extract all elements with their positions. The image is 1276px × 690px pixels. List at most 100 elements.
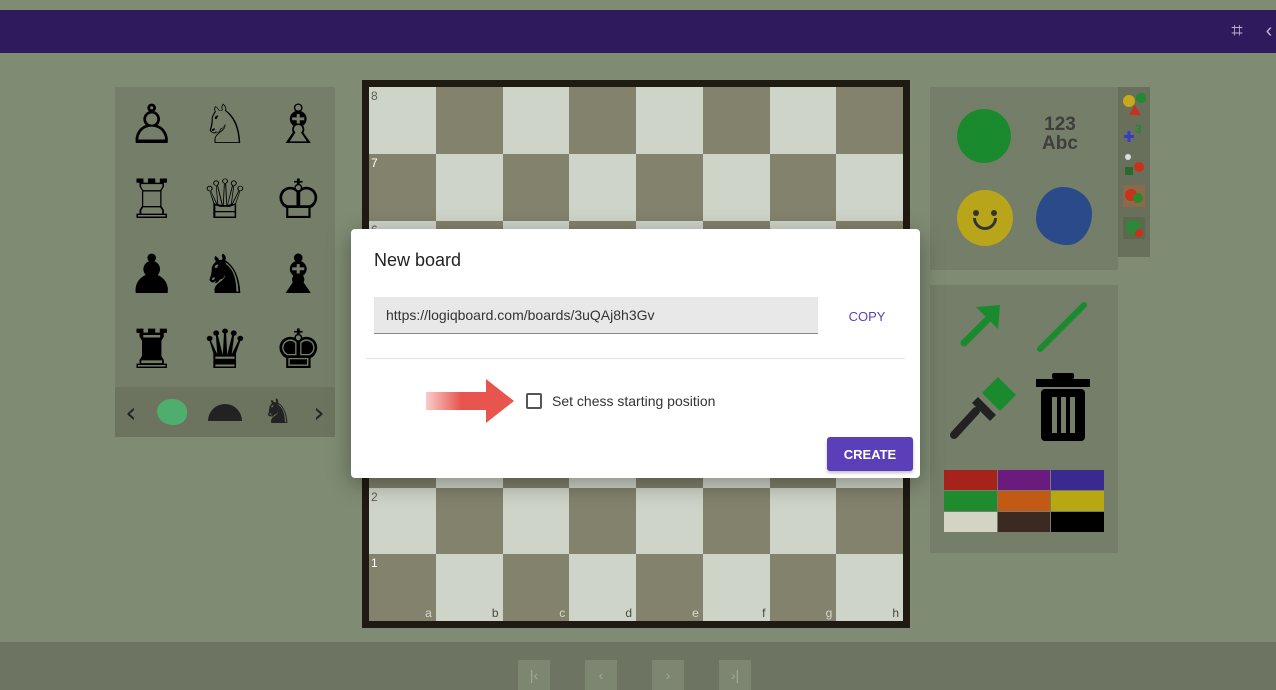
color-swatch[interactable]: [997, 491, 1051, 511]
black-king-icon[interactable]: ♚: [262, 312, 335, 387]
arrow-tool-icon[interactable]: [956, 299, 1006, 349]
board-square[interactable]: [836, 487, 903, 555]
board-square[interactable]: [502, 487, 570, 555]
file-label: c: [559, 606, 566, 620]
file-label: e: [692, 606, 699, 620]
board-square[interactable]: c: [502, 554, 570, 621]
smiley-tool-icon[interactable]: [957, 190, 1013, 246]
board-square[interactable]: f: [702, 554, 770, 621]
board-icon[interactable]: ⌗: [1226, 20, 1248, 42]
rank-label: 1: [371, 556, 378, 571]
numbers-sticker-icon[interactable]: 3: [1121, 121, 1147, 147]
board-square[interactable]: [702, 153, 770, 221]
next-set-button[interactable]: ›: [313, 396, 324, 429]
board-square[interactable]: [502, 153, 570, 221]
board-square[interactable]: [569, 487, 636, 555]
board-square[interactable]: e: [636, 554, 703, 621]
text-tool-letters: Abc: [1042, 133, 1078, 154]
board-square[interactable]: [502, 87, 570, 154]
trash-icon[interactable]: [1032, 371, 1094, 443]
board-square[interactable]: [435, 487, 503, 555]
file-label: d: [625, 606, 632, 620]
board-square[interactable]: g: [769, 554, 837, 621]
color-swatch[interactable]: [1051, 512, 1104, 532]
color-swatch[interactable]: [944, 470, 997, 490]
misc-sticker-icon[interactable]: [1121, 151, 1147, 177]
dialog-title: New board: [374, 250, 462, 270]
file-label: h: [892, 606, 899, 620]
last-move-button[interactable]: ›|: [719, 660, 751, 690]
dome-icon[interactable]: [207, 403, 242, 421]
board-square[interactable]: 8: [369, 87, 436, 154]
board-square[interactable]: [702, 87, 770, 154]
black-bishop-icon[interactable]: ♝: [262, 237, 335, 312]
white-knight-icon[interactable]: ♘: [188, 87, 261, 162]
black-knight-icon[interactable]: ♞: [188, 237, 261, 312]
white-pawn-icon[interactable]: ♙: [115, 87, 188, 162]
paint-brush-icon[interactable]: [948, 371, 1020, 443]
white-king-icon[interactable]: ♔: [262, 162, 335, 237]
circle-tool-icon[interactable]: [957, 109, 1011, 163]
black-rook-icon[interactable]: ♜: [115, 312, 188, 387]
sticker-strip: 3: [1118, 87, 1150, 257]
board-square[interactable]: [702, 487, 770, 555]
board-square[interactable]: [769, 87, 837, 154]
white-queen-icon[interactable]: ♕: [188, 162, 261, 237]
shape-tools-panel: 123 Abc: [930, 87, 1118, 270]
color-swatch[interactable]: [997, 470, 1051, 490]
shapes-sticker-icon[interactable]: [1121, 91, 1147, 117]
palette-icon[interactable]: [157, 399, 188, 425]
board-square[interactable]: [569, 153, 636, 221]
color-swatch[interactable]: [997, 512, 1051, 532]
nature-sticker-icon[interactable]: [1121, 215, 1147, 241]
board-square[interactable]: 2: [369, 487, 436, 555]
board-square[interactable]: [836, 153, 903, 221]
color-swatches: [944, 470, 1104, 532]
board-square[interactable]: [836, 87, 903, 154]
pointer-arrow-icon: [426, 379, 514, 423]
board-square[interactable]: 7: [369, 153, 436, 221]
top-app-bar: ⌗ ‹: [0, 10, 1276, 53]
piece-palette: ♙ ♘ ♗ ♖ ♕ ♔ ♟ ♞ ♝ ♜ ♛ ♚ ‹ ♞ ›: [115, 87, 335, 437]
file-label: a: [425, 606, 432, 620]
board-square[interactable]: [636, 153, 703, 221]
next-move-button[interactable]: ›: [652, 660, 684, 690]
board-square[interactable]: [569, 87, 636, 154]
black-queen-icon[interactable]: ♛: [188, 312, 261, 387]
board-square[interactable]: [435, 87, 503, 154]
board-square[interactable]: [636, 87, 703, 154]
color-swatch[interactable]: [1051, 491, 1104, 511]
move-navigation-bar: |‹ ‹ › ›|: [0, 642, 1276, 690]
blob-tool-icon[interactable]: [1036, 187, 1092, 245]
board-square[interactable]: [769, 487, 837, 555]
prev-set-button[interactable]: ‹: [125, 396, 136, 429]
rank-label: 2: [371, 489, 378, 504]
overflow-icon[interactable]: ‹: [1262, 20, 1276, 42]
knight-set-icon[interactable]: ♞: [262, 392, 292, 432]
board-square[interactable]: b: [435, 554, 503, 621]
black-pawn-icon[interactable]: ♟: [115, 237, 188, 312]
animal-sticker-icon[interactable]: [1121, 183, 1147, 209]
text-tool[interactable]: 123 Abc: [1030, 115, 1090, 153]
board-square[interactable]: [636, 487, 703, 555]
color-swatch[interactable]: [944, 491, 997, 511]
color-swatch[interactable]: [944, 512, 997, 532]
line-tool-icon[interactable]: [1034, 299, 1090, 355]
board-square[interactable]: h: [836, 554, 903, 621]
starting-position-label[interactable]: Set chess starting position: [552, 393, 715, 409]
board-square[interactable]: [769, 153, 837, 221]
board-square[interactable]: [435, 153, 503, 221]
board-square[interactable]: 1a: [369, 554, 436, 621]
create-button[interactable]: CREATE: [827, 437, 913, 471]
white-rook-icon[interactable]: ♖: [115, 162, 188, 237]
copy-button[interactable]: COPY: [835, 301, 899, 331]
starting-position-checkbox[interactable]: [526, 393, 542, 409]
white-bishop-icon[interactable]: ♗: [262, 87, 335, 162]
color-swatch[interactable]: [1051, 470, 1104, 490]
first-move-button[interactable]: |‹: [518, 660, 550, 690]
board-square[interactable]: d: [569, 554, 636, 621]
draw-tools-panel: [930, 285, 1118, 553]
prev-move-button[interactable]: ‹: [585, 660, 617, 690]
board-url-field[interactable]: [374, 297, 818, 334]
file-label: b: [491, 606, 499, 620]
